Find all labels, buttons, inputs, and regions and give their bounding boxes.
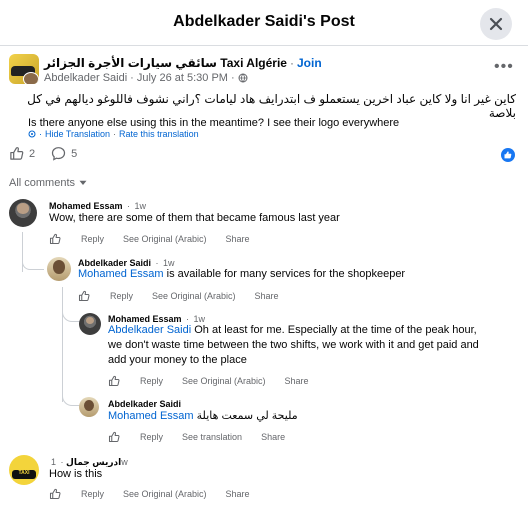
comment-text: Mohamed Essam مليحة لي سمعت هايلة: [108, 410, 298, 422]
see-original-button[interactable]: See Original (Arabic): [123, 489, 207, 499]
hide-translation-link[interactable]: Hide Translation: [45, 129, 110, 139]
like-icon[interactable]: [49, 488, 61, 500]
share-button[interactable]: Share: [226, 489, 250, 499]
translate-icon: [28, 130, 36, 138]
more-options-icon[interactable]: •••: [494, 58, 514, 76]
comment-actions: Reply See translation Share: [108, 431, 304, 443]
comment-text: How is this: [49, 468, 103, 480]
comment-author: Mohamed Essam · 1w: [49, 201, 147, 211]
see-original-button[interactable]: See Original (Arabic): [182, 376, 266, 386]
close-button[interactable]: [480, 8, 512, 40]
avatar[interactable]: [79, 397, 99, 417]
reply-button[interactable]: Reply: [81, 234, 104, 244]
reply-button[interactable]: Reply: [81, 489, 104, 499]
comment-text: Abdelkader Saidi Oh at least for me. Esp…: [108, 324, 479, 366]
mention-link[interactable]: Mohamed Essam: [78, 268, 164, 280]
reply-button[interactable]: Reply: [140, 376, 163, 386]
comment-bubble-icon[interactable]: [51, 146, 66, 161]
avatar[interactable]: [47, 257, 71, 281]
like-icon[interactable]: [9, 146, 24, 161]
like-icon[interactable]: [78, 290, 90, 302]
like-icon[interactable]: [108, 431, 120, 443]
comment-text: Wow, there are some of them that became …: [49, 212, 340, 224]
thread-line: [62, 322, 63, 402]
like-icon[interactable]: [108, 375, 120, 387]
share-button[interactable]: Share: [261, 432, 285, 442]
comment-actions: Reply See Original (Arabic) Share: [78, 290, 298, 302]
thread-curve: [22, 262, 44, 270]
author-photo-inset: [23, 72, 39, 84]
post-reactions-row: 2 5: [9, 146, 93, 161]
see-translation-button[interactable]: See translation: [182, 432, 242, 442]
comment-count[interactable]: 5: [71, 148, 77, 160]
post-author-link[interactable]: Abdelkader Saidi: [44, 72, 127, 84]
like-icon[interactable]: [49, 233, 61, 245]
comment-actions: Reply See Original (Arabic) Share: [108, 375, 328, 387]
avatar[interactable]: [79, 313, 101, 335]
translation-links: · Hide Translation · Rate this translati…: [28, 129, 199, 139]
rate-translation-link[interactable]: Rate this translation: [119, 129, 199, 139]
group-name-link[interactable]: سائقي سيارات الأجرة الجزائر Taxi Algérie: [44, 56, 287, 70]
post-group-line: سائقي سيارات الأجرة الجزائر Taxi Algérie…: [44, 56, 322, 70]
post-translation: Is there anyone else using this in the m…: [28, 117, 400, 129]
close-icon: [489, 17, 503, 31]
see-original-button[interactable]: See Original (Arabic): [152, 291, 236, 301]
comment-text: Mohamed Essam is available for many serv…: [78, 268, 406, 280]
post-timestamp[interactable]: July 26 at 5:30 PM: [137, 72, 228, 84]
like-count[interactable]: 2: [29, 148, 35, 160]
join-group-link[interactable]: Join: [297, 56, 322, 70]
globe-icon: [238, 73, 248, 83]
reply-button[interactable]: Reply: [140, 432, 163, 442]
post-text: كاين غير انا ولا كاين عباد اخرين يستعملو…: [27, 92, 516, 120]
avatar[interactable]: [9, 199, 37, 227]
share-button[interactable]: Share: [255, 291, 279, 301]
post-meta: Abdelkader Saidi · July 26 at 5:30 PM ·: [44, 72, 248, 84]
comments-filter-dropdown[interactable]: All comments: [9, 177, 87, 189]
comment-author: Abdelkader Saidi: [108, 399, 182, 409]
chevron-down-icon: [79, 180, 87, 185]
group-avatar[interactable]: [9, 54, 39, 84]
comment-actions: Reply See Original (Arabic) Share: [49, 233, 269, 245]
reply-button[interactable]: Reply: [110, 291, 133, 301]
comment-time[interactable]: 1w: [135, 201, 147, 211]
page-title: Abdelkader Saidi's Post: [173, 13, 355, 30]
comments-filter-label: All comments: [9, 177, 76, 189]
see-original-button[interactable]: See Original (Arabic): [123, 234, 207, 244]
comment-actions: Reply See Original (Arabic) Share: [49, 488, 269, 500]
like-reaction-icon[interactable]: [501, 148, 515, 162]
share-button[interactable]: Share: [226, 234, 250, 244]
mention-link[interactable]: Mohamed Essam: [108, 410, 194, 422]
avatar[interactable]: TAXI: [9, 455, 39, 485]
post-dialog-header: Abdelkader Saidi's Post: [0, 0, 528, 46]
share-button[interactable]: Share: [285, 376, 309, 386]
mention-link[interactable]: Abdelkader Saidi: [108, 324, 191, 336]
taxi-sign-image: TAXI: [12, 470, 36, 479]
